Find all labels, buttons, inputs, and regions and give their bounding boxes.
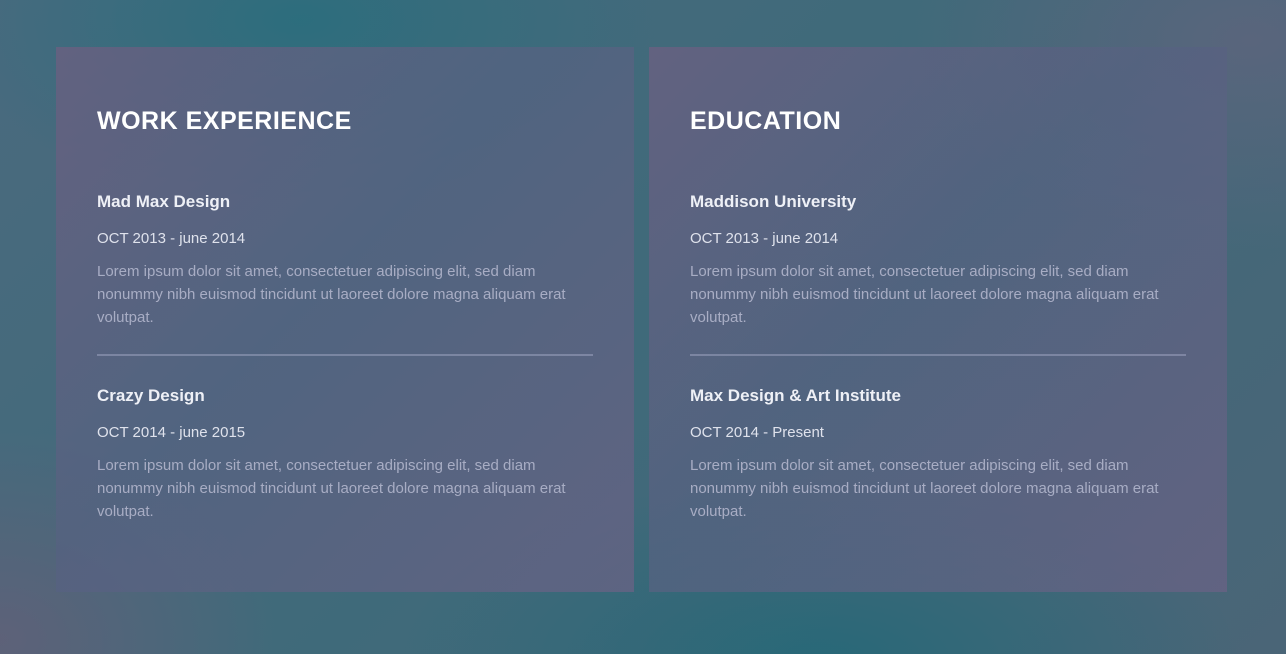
education-panel: EDUCATION Maddison University OCT 2013 -… [649, 47, 1227, 592]
education-entry-description: Lorem ipsum dolor sit amet, consectetuer… [690, 457, 1159, 520]
work-entry-description: Lorem ipsum dolor sit amet, consectetuer… [97, 263, 566, 326]
education-entry-name: Max Design & Art Institute [690, 386, 901, 405]
work-entry-description: Lorem ipsum dolor sit amet, consectetuer… [97, 457, 566, 520]
work-entry: Mad Max Design OCT 2013 - june 2014 Lore… [97, 192, 593, 329]
education-entry-divider [690, 354, 1186, 356]
work-entry-divider [97, 354, 593, 356]
work-experience-panel: WORK EXPERIENCE Mad Max Design OCT 2013 … [56, 47, 634, 592]
education-entry: Maddison University OCT 2013 - june 2014… [690, 192, 1186, 329]
work-entry: Crazy Design OCT 2014 - june 2015 Lorem … [97, 386, 593, 523]
work-experience-title: WORK EXPERIENCE [97, 107, 352, 135]
work-entry-name: Crazy Design [97, 386, 205, 405]
education-entry: Max Design & Art Institute OCT 2014 - Pr… [690, 386, 1186, 523]
education-entry-date: OCT 2014 - Present [690, 424, 824, 441]
work-entry-date: OCT 2013 - june 2014 [97, 230, 246, 247]
education-title: EDUCATION [690, 107, 842, 135]
education-entry-name: Maddison University [690, 192, 857, 211]
education-entry-date: OCT 2013 - june 2014 [690, 230, 839, 247]
work-entry-name: Mad Max Design [97, 192, 231, 211]
education-entry-description: Lorem ipsum dolor sit amet, consectetuer… [690, 263, 1159, 326]
work-entry-date: OCT 2014 - june 2015 [97, 424, 246, 441]
